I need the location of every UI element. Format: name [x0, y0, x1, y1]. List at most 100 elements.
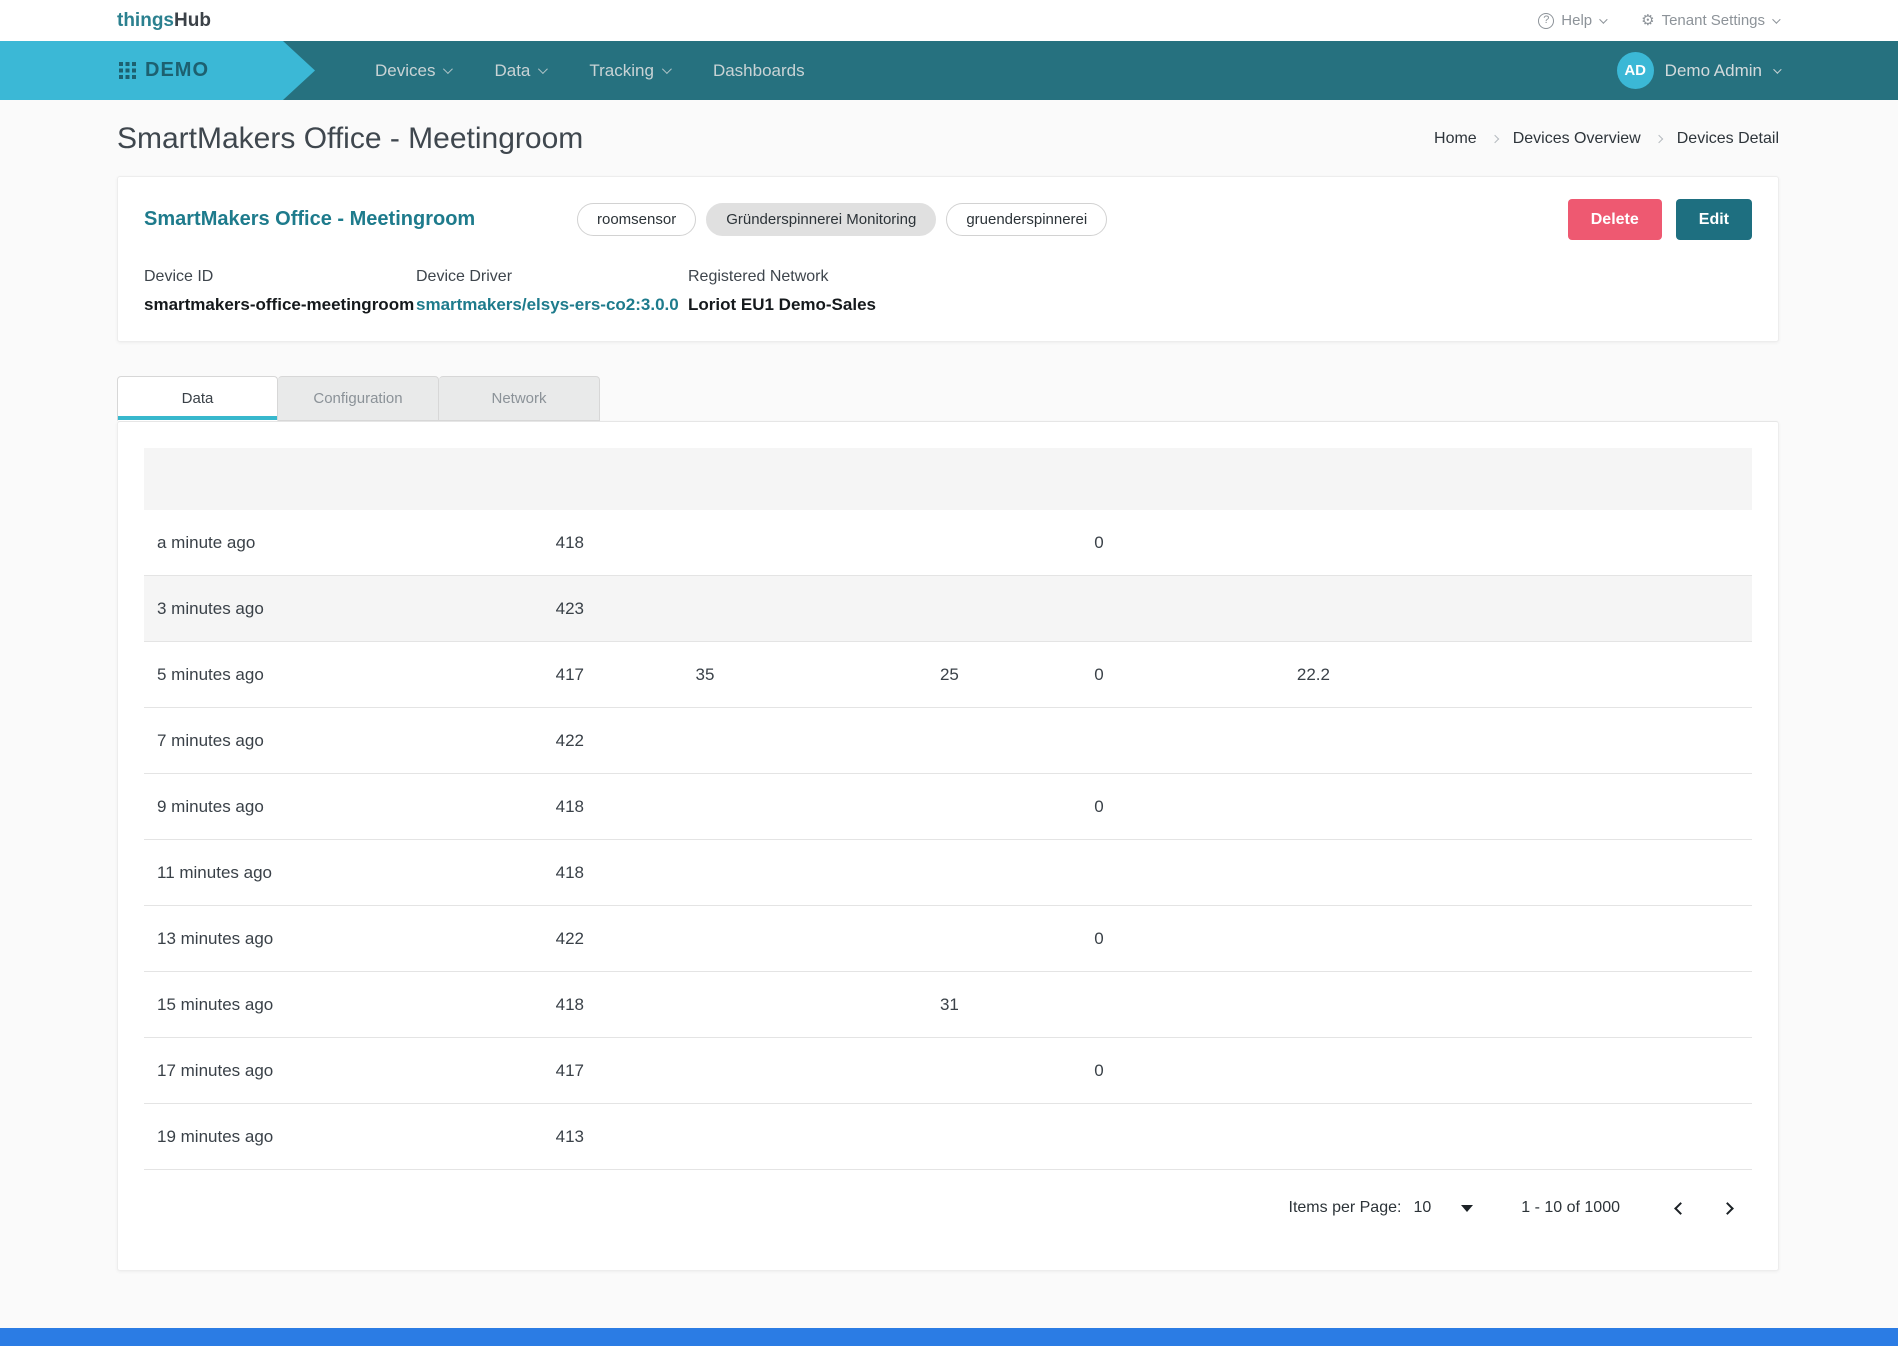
cell-timestamp: 19 minutes ago	[144, 1127, 556, 1147]
tenant-settings-menu[interactable]: ⚙ Tenant Settings	[1641, 12, 1778, 29]
cell-value: 418	[556, 995, 696, 1015]
user-name: Demo Admin	[1665, 61, 1762, 81]
cell-timestamp: 13 minutes ago	[144, 929, 556, 949]
device-summary-card: SmartMakers Office - Meetingroom roomsen…	[117, 176, 1779, 342]
tab-configuration[interactable]: Configuration	[278, 376, 439, 421]
pagination-range: 1 - 10 of 1000	[1521, 1199, 1620, 1217]
table-row: 19 minutes ago413	[144, 1104, 1752, 1170]
field-label: Device Driver	[416, 268, 688, 286]
device-name: SmartMakers Office - Meetingroom	[144, 208, 577, 231]
nav-item-data[interactable]: Data	[494, 61, 545, 81]
avatar: AD	[1617, 52, 1654, 89]
field-label: Registered Network	[688, 268, 876, 286]
chevron-down-icon	[538, 64, 548, 74]
breadcrumb-devices-overview[interactable]: Devices Overview	[1513, 130, 1641, 148]
cell-value: 0	[1094, 665, 1297, 685]
table-row: 7 minutes ago422	[144, 708, 1752, 774]
tab-network[interactable]: Network	[439, 376, 600, 421]
table-row: 11 minutes ago418	[144, 840, 1752, 906]
device-data-card: a minute ago41803 minutes ago4235 minute…	[117, 421, 1779, 1271]
tag-gruenderspinnerei-monitoring: Gründerspinnerei Monitoring	[706, 203, 936, 236]
cell-value: 0	[1094, 929, 1297, 949]
cell-timestamp: 9 minutes ago	[144, 797, 556, 817]
breadcrumb-home[interactable]: Home	[1434, 130, 1477, 148]
chevron-right-icon	[1490, 135, 1498, 143]
cell-timestamp: 11 minutes ago	[144, 863, 556, 883]
tag-list: roomsensor Gründerspinnerei Monitoring g…	[577, 203, 1107, 236]
cell-value: 35	[696, 665, 940, 685]
chevron-left-icon	[1674, 1202, 1687, 1215]
cell-value: 422	[556, 731, 696, 751]
chevron-down-icon	[1599, 15, 1607, 23]
chevron-right-icon	[1721, 1202, 1734, 1215]
nav-item-label: Data	[494, 61, 530, 81]
items-per-page-select[interactable]: 10	[1413, 1199, 1473, 1217]
cell-value: 22.2	[1297, 665, 1752, 685]
tenant-settings-label: Tenant Settings	[1662, 12, 1765, 29]
cell-value: 417	[556, 665, 696, 685]
user-menu[interactable]: AD Demo Admin	[1617, 52, 1779, 89]
pagination: Items per Page: 10 1 - 10 of 1000	[144, 1186, 1752, 1230]
cell-value: 418	[556, 797, 696, 817]
cell-timestamp: a minute ago	[144, 533, 556, 553]
logo-text-things: things	[117, 10, 174, 31]
cell-timestamp: 5 minutes ago	[144, 665, 556, 685]
tenant-label: DEMO	[145, 59, 209, 82]
cell-value: 0	[1094, 797, 1297, 817]
cell-value: 418	[556, 863, 696, 883]
items-per-page-label: Items per Page:	[1289, 1199, 1402, 1217]
table-row: 3 minutes ago423	[144, 576, 1752, 642]
tab-data[interactable]: Data	[117, 376, 278, 421]
page-head: SmartMakers Office - Meetingroom Home De…	[117, 116, 1779, 162]
table-row: 17 minutes ago4170	[144, 1038, 1752, 1104]
tenant-selector[interactable]: DEMO	[0, 41, 315, 100]
gear-icon: ⚙	[1641, 13, 1654, 28]
chevron-right-icon	[1654, 135, 1662, 143]
field-device-id: Device ID smartmakers-office-meetingroom	[144, 268, 416, 315]
cell-value: 413	[556, 1127, 696, 1147]
cell-value: 0	[1094, 1061, 1297, 1081]
chevron-down-icon	[662, 64, 672, 74]
nav-item-devices[interactable]: Devices	[375, 61, 450, 81]
breadcrumb-devices-detail: Devices Detail	[1677, 130, 1779, 148]
help-menu[interactable]: ? Help	[1538, 12, 1605, 29]
table-row: 9 minutes ago418 0	[144, 774, 1752, 840]
tab-bar: Data Configuration Network	[117, 376, 1779, 421]
field-device-driver: Device Driver smartmakers/elsys-ers-co2:…	[416, 268, 688, 315]
cell-value: 0	[1094, 533, 1297, 553]
footer-bar	[0, 1328, 1898, 1346]
nav-item-label: Devices	[375, 61, 435, 81]
cell-timestamp: 17 minutes ago	[144, 1061, 556, 1081]
delete-button[interactable]: Delete	[1568, 199, 1662, 240]
device-fields: Device ID smartmakers-office-meetingroom…	[144, 268, 1752, 315]
nav-item-label: Dashboards	[713, 61, 805, 81]
nav-item-dashboards[interactable]: Dashboards	[713, 61, 805, 81]
nav-item-label: Tracking	[589, 61, 654, 81]
device-driver-link[interactable]: smartmakers/elsys-ers-co2:3.0.0	[416, 295, 688, 315]
help-label: Help	[1561, 12, 1592, 29]
help-icon: ?	[1538, 13, 1554, 29]
table-row: a minute ago418 0	[144, 510, 1752, 576]
next-page-button[interactable]	[1717, 1198, 1738, 1219]
field-label: Device ID	[144, 268, 416, 286]
table-row: 13 minutes ago422 0	[144, 906, 1752, 972]
cell-value: 418	[556, 533, 696, 553]
chevron-down-icon	[1773, 65, 1781, 73]
tag-gruenderspinnerei: gruenderspinnerei	[946, 203, 1107, 236]
chevron-down-icon	[1772, 15, 1780, 23]
edit-button[interactable]: Edit	[1676, 199, 1752, 240]
table-row: 5 minutes ago4173525022.2	[144, 642, 1752, 708]
field-registered-network: Registered Network Loriot EU1 Demo-Sales	[688, 268, 876, 315]
cell-value: 422	[556, 929, 696, 949]
cell-timestamp: 15 minutes ago	[144, 995, 556, 1015]
page-title: SmartMakers Office - Meetingroom	[117, 122, 583, 156]
logo-text-hub: Hub	[174, 10, 211, 31]
app-logo[interactable]: thingsHub	[117, 10, 211, 32]
cell-timestamp: 7 minutes ago	[144, 731, 556, 751]
grid-icon	[119, 62, 136, 79]
device-id-value: smartmakers-office-meetingroom	[144, 295, 416, 315]
previous-page-button[interactable]	[1670, 1198, 1691, 1219]
nav-item-tracking[interactable]: Tracking	[589, 61, 669, 81]
caret-down-icon	[1461, 1205, 1473, 1212]
registered-network-value: Loriot EU1 Demo-Sales	[688, 295, 876, 315]
